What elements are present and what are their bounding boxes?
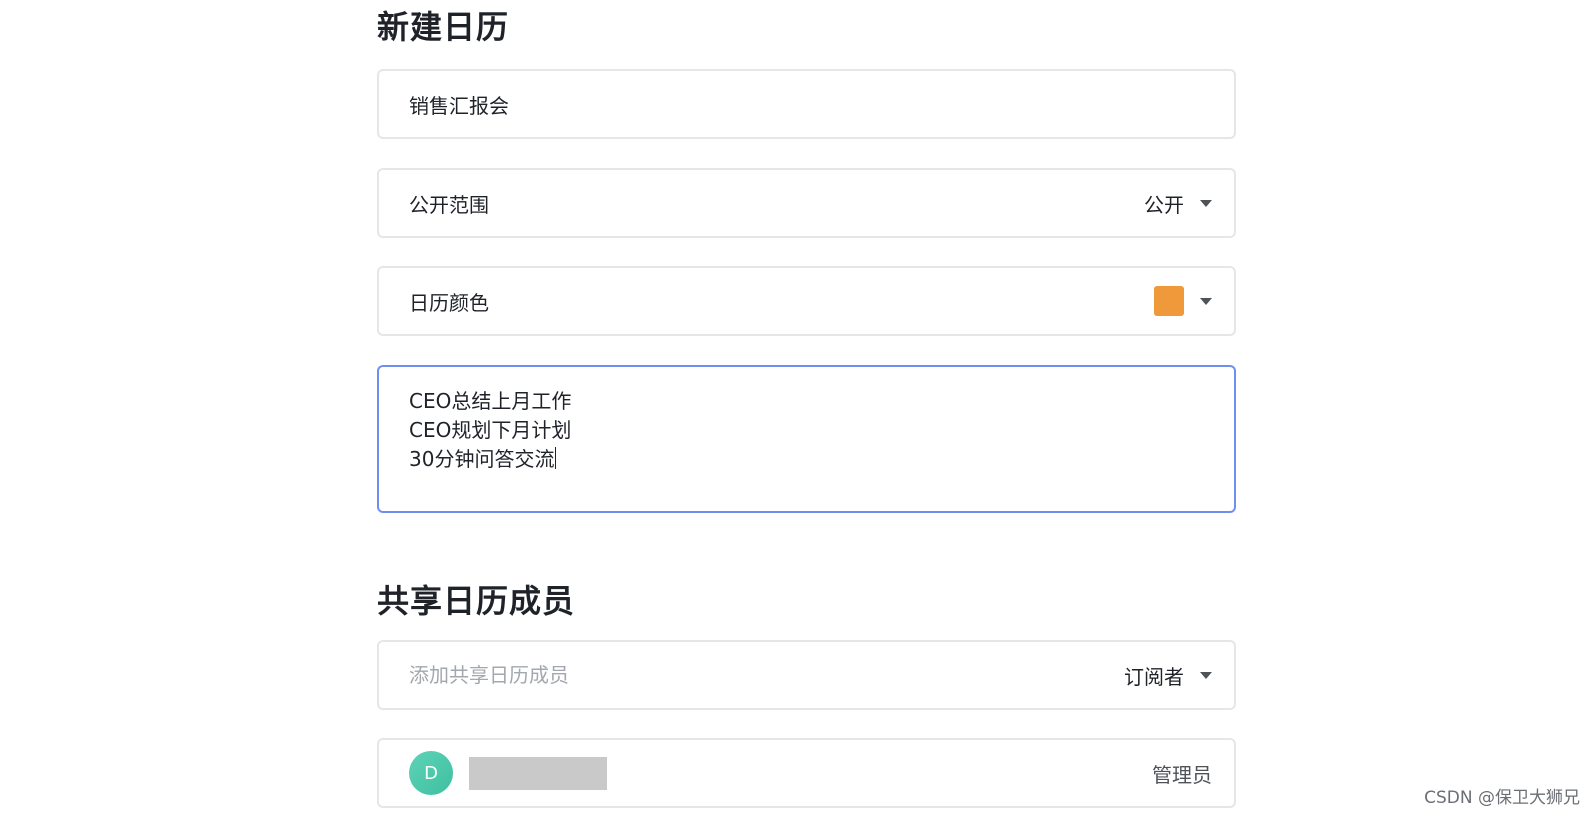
description-textarea[interactable]: CEO总结上月工作 CEO规划下月计划 30分钟问答交流 bbox=[377, 365, 1236, 513]
description-line: CEO总结上月工作 bbox=[409, 389, 572, 413]
calendar-name-value[interactable]: 销售汇报会 bbox=[409, 90, 1212, 119]
visibility-label: 公开范围 bbox=[409, 192, 489, 217]
member-role[interactable]: 管理员 bbox=[1152, 759, 1212, 788]
description-line-last: 30分钟问答交流 bbox=[409, 445, 1204, 474]
add-member-input[interactable] bbox=[409, 663, 1124, 687]
role-select-value[interactable]: 订阅者 bbox=[1124, 661, 1184, 690]
avatar: D bbox=[409, 751, 453, 795]
sharing-section-title: 共享日历成员 bbox=[377, 582, 576, 620]
watermark: CSDN @保卫大狮兄 bbox=[1424, 788, 1580, 808]
text-cursor bbox=[555, 447, 557, 469]
calendar-color-select[interactable]: 日历颜色 bbox=[377, 266, 1236, 336]
color-dropdown[interactable] bbox=[1154, 286, 1212, 316]
add-member-field[interactable]: 订阅者 bbox=[377, 640, 1236, 710]
visibility-select[interactable]: 公开范围 公开 bbox=[377, 168, 1236, 238]
chevron-down-icon[interactable] bbox=[1200, 297, 1212, 305]
description-line-text: 30分钟问答交流 bbox=[409, 447, 555, 471]
redacted-member-name bbox=[469, 756, 607, 790]
role-dropdown[interactable]: 订阅者 bbox=[1124, 661, 1212, 690]
calendar-color-label: 日历颜色 bbox=[409, 290, 489, 315]
chevron-down-icon[interactable] bbox=[1200, 671, 1212, 679]
page-title: 新建日历 bbox=[377, 8, 510, 46]
member-row: D 管理员 bbox=[377, 738, 1236, 808]
calendar-name-field[interactable]: 销售汇报会 bbox=[377, 69, 1236, 139]
visibility-value[interactable]: 公开 bbox=[1144, 189, 1184, 218]
chevron-down-icon[interactable] bbox=[1200, 199, 1212, 207]
description-line: CEO规划下月计划 bbox=[409, 418, 572, 442]
visibility-dropdown[interactable]: 公开 bbox=[1144, 189, 1212, 218]
new-calendar-page: 新建日历 销售汇报会 公开范围 公开 日历颜色 CEO总结上月工作 CEO规划下… bbox=[0, 0, 1590, 822]
color-swatch[interactable] bbox=[1154, 286, 1184, 316]
